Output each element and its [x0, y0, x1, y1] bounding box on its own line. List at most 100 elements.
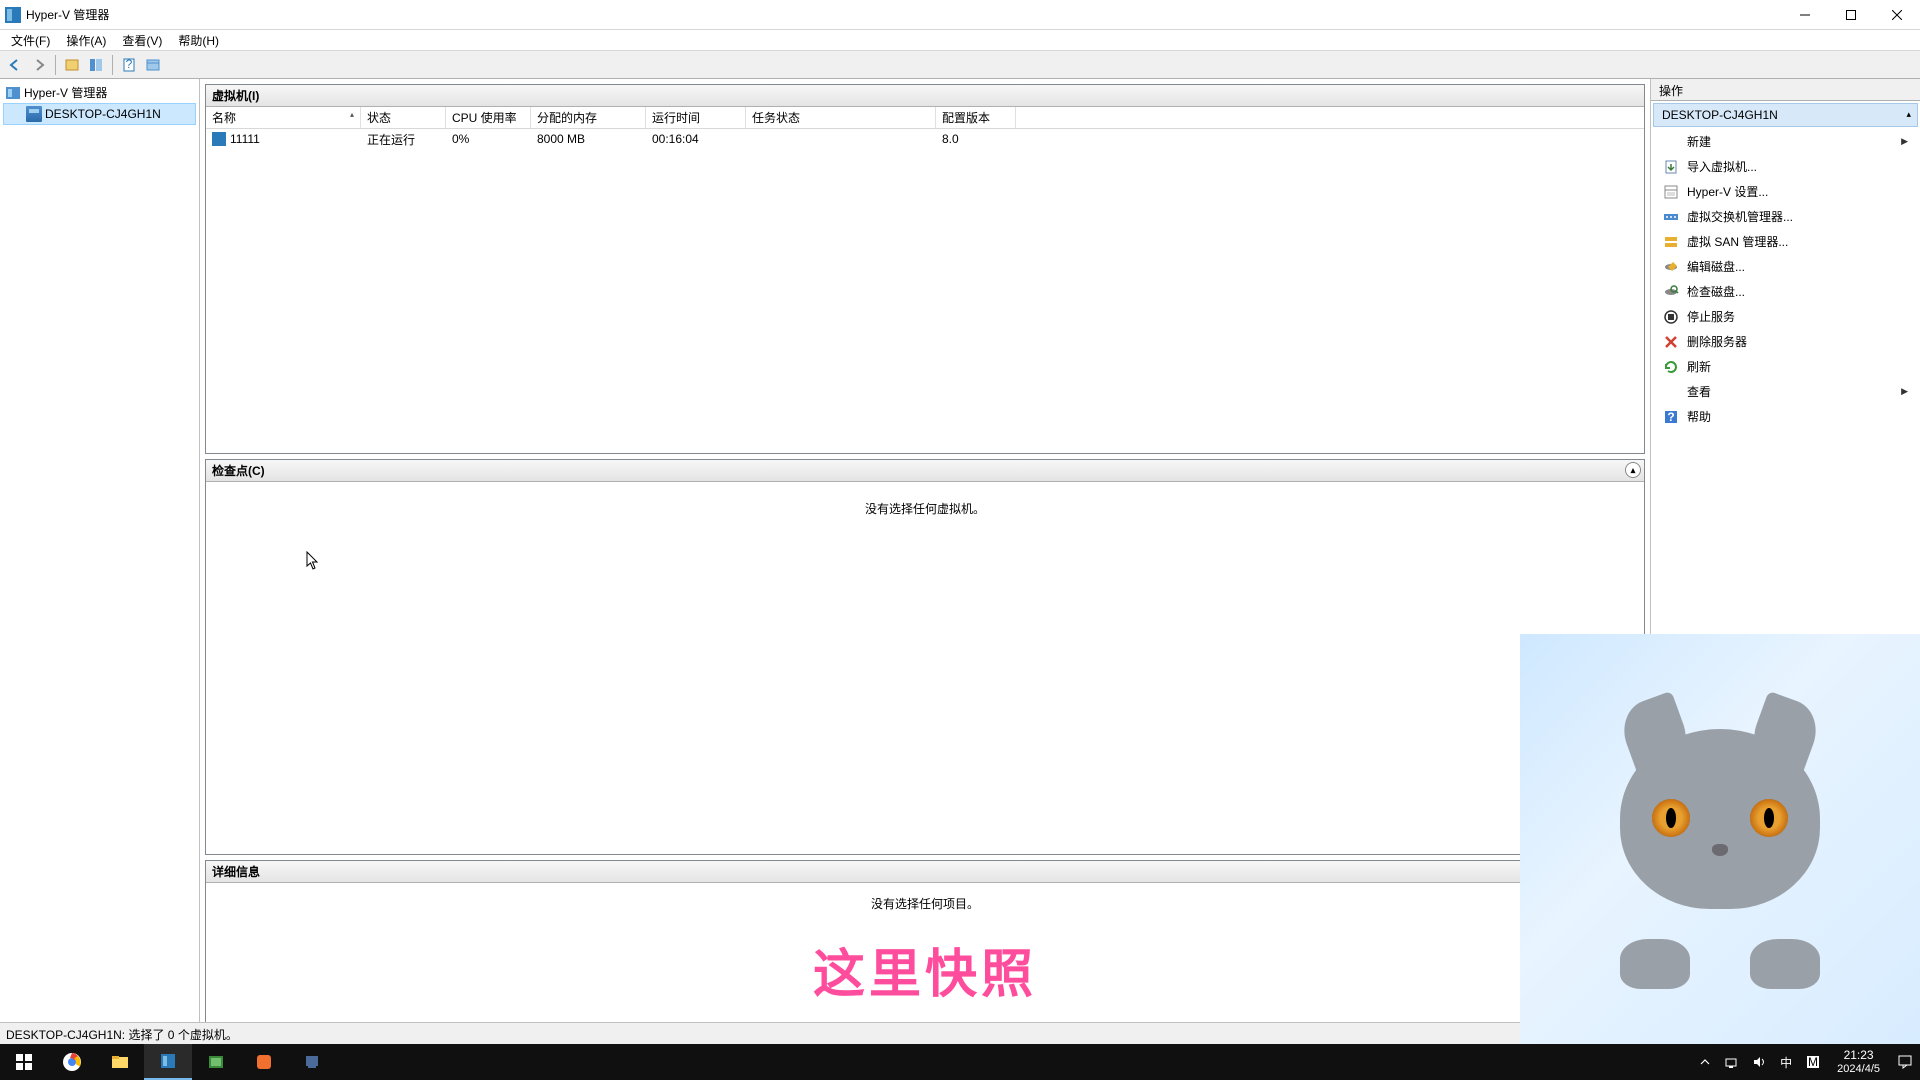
window-title: Hyper-V 管理器: [26, 6, 109, 23]
col-cpu[interactable]: CPU 使用率: [446, 107, 531, 128]
blank-icon: [1663, 134, 1679, 150]
checkpoints-empty-text: 没有选择任何虚拟机。: [865, 500, 985, 517]
start-button[interactable]: [0, 1044, 48, 1080]
close-button[interactable]: [1874, 0, 1920, 29]
col-ver[interactable]: 配置版本: [936, 107, 1016, 128]
action-item-刷新[interactable]: 刷新: [1653, 354, 1918, 379]
action-item-虚拟SAN管理器[interactable]: 虚拟 SAN 管理器...: [1653, 229, 1918, 254]
import-icon: [1663, 159, 1679, 175]
title-bar-left: Hyper-V 管理器: [5, 6, 109, 23]
action-item-检查磁盘[interactable]: 检查磁盘...: [1653, 279, 1918, 304]
col-state[interactable]: 状态: [361, 107, 446, 128]
minimize-button[interactable]: [1782, 0, 1828, 29]
edit-disk-icon: [1663, 259, 1679, 275]
center-pane: 虚拟机(I) 名称▴ 状态 CPU 使用率 分配的内存 运行时间 任务状态 配置…: [200, 79, 1650, 1040]
menu-action[interactable]: 操作(A): [58, 30, 114, 51]
tray-ime-mode-icon[interactable]: M: [1799, 1044, 1827, 1080]
vm-table-body: 11111 正在运行 0% 8000 MB 00:16:04 8.0: [206, 129, 1644, 453]
vm-cpu: 0%: [446, 132, 531, 146]
action-item-虚拟交换机管理器[interactable]: 虚拟交换机管理器...: [1653, 204, 1918, 229]
menu-help[interactable]: 帮助(H): [170, 30, 227, 51]
svg-text:M: M: [1808, 1055, 1818, 1069]
tree-root-label: Hyper-V 管理器: [24, 84, 107, 101]
window-controls: [1782, 0, 1920, 29]
action-item-查看[interactable]: 查看 ▶: [1653, 379, 1918, 404]
collapse-button[interactable]: ▴: [1625, 462, 1641, 478]
tray-notifications-button[interactable]: [1890, 1044, 1920, 1080]
details-empty-text: 没有选择任何项目。: [871, 895, 979, 912]
nav-back-button[interactable]: [4, 54, 26, 76]
cat-image: [1590, 689, 1850, 989]
action-item-停止服务[interactable]: 停止服务: [1653, 304, 1918, 329]
delete-icon: [1663, 334, 1679, 350]
tree-host-label: DESKTOP-CJ4GH1N: [45, 107, 161, 121]
taskbar-app-1[interactable]: [192, 1044, 240, 1080]
col-task[interactable]: 任务状态: [746, 107, 936, 128]
taskbar-explorer[interactable]: [96, 1044, 144, 1080]
hyperv-manager-icon: [5, 85, 21, 101]
system-tray: 中 M 21:23 2024/4/5: [1693, 1044, 1920, 1080]
show-hide-tree-button[interactable]: [61, 54, 83, 76]
settings-page-icon: [1663, 184, 1679, 200]
toolbar-extra-button[interactable]: [142, 54, 164, 76]
menu-view[interactable]: 查看(V): [114, 30, 170, 51]
action-item-删除服务器[interactable]: 删除服务器: [1653, 329, 1918, 354]
checkpoints-header: 检查点(C) ▴: [206, 460, 1644, 482]
title-bar: Hyper-V 管理器: [0, 0, 1920, 30]
action-item-帮助[interactable]: ?帮助: [1653, 404, 1918, 429]
stop-icon: [1663, 309, 1679, 325]
properties-button[interactable]: ?: [118, 54, 140, 76]
details-header: 详细信息: [206, 861, 1644, 883]
col-name[interactable]: 名称▴: [206, 107, 361, 128]
taskbar-hyperv[interactable]: [144, 1044, 192, 1080]
tray-ime-indicator[interactable]: 中: [1773, 1044, 1799, 1080]
svg-text:?: ?: [126, 58, 133, 71]
action-label: 新建: [1687, 133, 1711, 150]
server-icon: [26, 106, 42, 122]
actions-group-header[interactable]: DESKTOP-CJ4GH1N ▴: [1653, 103, 1918, 127]
action-item-Hyper-V设置[interactable]: Hyper-V 设置...: [1653, 179, 1918, 204]
action-item-导入虚拟机[interactable]: 导入虚拟机...: [1653, 154, 1918, 179]
taskbar-chrome[interactable]: [48, 1044, 96, 1080]
tree-root-node[interactable]: Hyper-V 管理器: [3, 82, 196, 103]
actions-group-label: DESKTOP-CJ4GH1N: [1662, 108, 1778, 122]
menu-file[interactable]: 文件(F): [3, 30, 58, 51]
actions-pane-title: 操作: [1651, 79, 1920, 101]
tray-volume-icon[interactable]: [1745, 1044, 1773, 1080]
taskbar-app-2[interactable]: [240, 1044, 288, 1080]
col-mem[interactable]: 分配的内存: [531, 107, 646, 128]
vm-name: 11111: [230, 132, 260, 146]
menu-bar: 文件(F) 操作(A) 查看(V) 帮助(H): [0, 30, 1920, 51]
submenu-arrow-icon: ▶: [1901, 136, 1908, 147]
col-uptime[interactable]: 运行时间: [646, 107, 746, 128]
action-item-新建[interactable]: 新建 ▶: [1653, 129, 1918, 154]
maximize-button[interactable]: [1828, 0, 1874, 29]
vm-panel: 虚拟机(I) 名称▴ 状态 CPU 使用率 分配的内存 运行时间 任务状态 配置…: [205, 84, 1645, 454]
action-item-编辑磁盘[interactable]: 编辑磁盘...: [1653, 254, 1918, 279]
vsan-icon: [1663, 234, 1679, 250]
action-label: 停止服务: [1687, 308, 1735, 325]
vm-uptime: 00:16:04: [646, 132, 746, 146]
details-title: 详细信息: [212, 863, 260, 880]
taskbar-clock[interactable]: 21:23 2024/4/5: [1827, 1048, 1890, 1076]
taskbar-app-3[interactable]: [288, 1044, 336, 1080]
inspect-disk-icon: [1663, 284, 1679, 300]
clock-time: 21:23: [1837, 1048, 1880, 1062]
submenu-arrow-icon: ▶: [1901, 386, 1908, 397]
checkpoints-panel: 检查点(C) ▴ 没有选择任何虚拟机。: [205, 459, 1645, 855]
vm-panel-header: 虚拟机(I): [206, 85, 1644, 107]
sort-asc-icon: ▴: [350, 110, 354, 119]
tray-network-icon[interactable]: [1717, 1044, 1745, 1080]
action-label: 虚拟交换机管理器...: [1687, 208, 1793, 225]
action-label: 查看: [1687, 383, 1711, 400]
tree-host-node[interactable]: DESKTOP-CJ4GH1N: [3, 103, 196, 125]
details-panel: 详细信息 没有选择任何项目。 这里快照: [205, 860, 1645, 1035]
show-hide-actions-button[interactable]: [85, 54, 107, 76]
vm-row[interactable]: 11111 正在运行 0% 8000 MB 00:16:04 8.0: [206, 129, 1644, 149]
action-label: 导入虚拟机...: [1687, 158, 1757, 175]
action-label: 删除服务器: [1687, 333, 1747, 350]
clock-date: 2024/4/5: [1837, 1063, 1880, 1076]
tray-overflow-button[interactable]: [1693, 1044, 1717, 1080]
action-label: 编辑磁盘...: [1687, 258, 1745, 275]
nav-forward-button[interactable]: [28, 54, 50, 76]
